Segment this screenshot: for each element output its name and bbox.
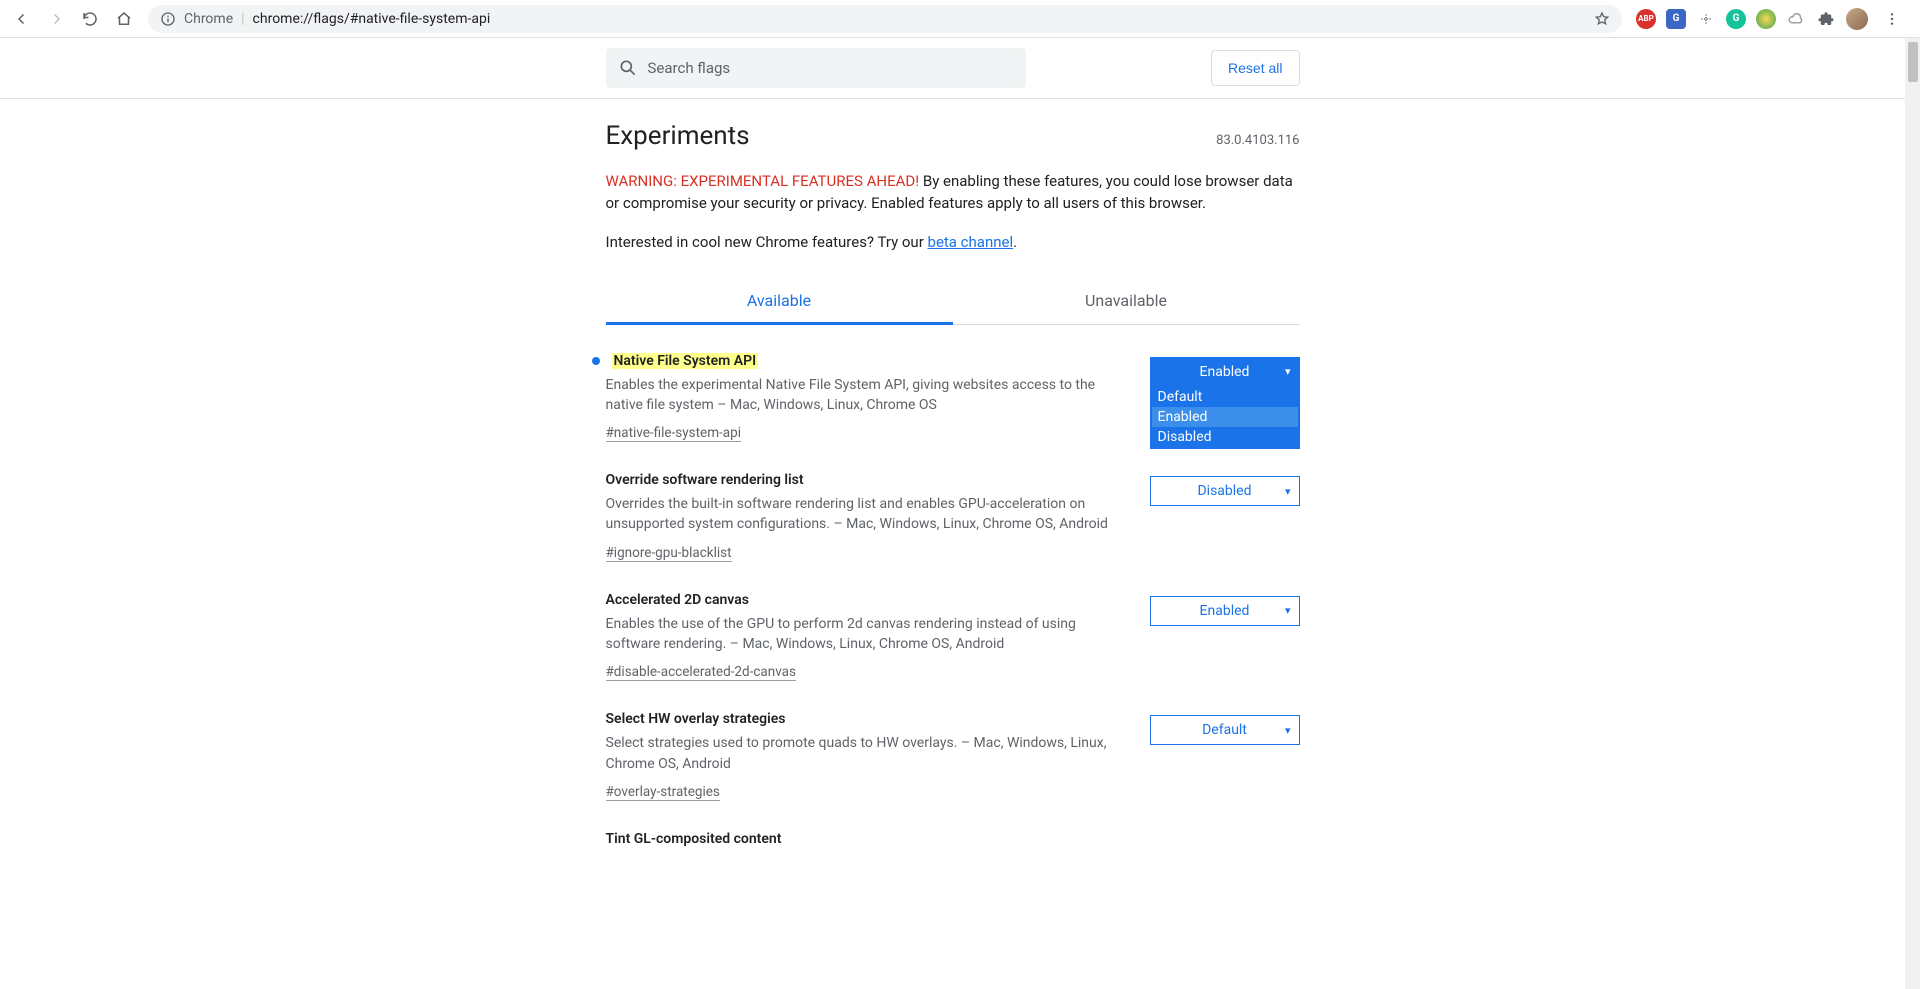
dropdown-option-enabled[interactable]: Enabled bbox=[1152, 407, 1298, 427]
flag-select-value: Enabled bbox=[1200, 364, 1250, 380]
warning-text: WARNING: EXPERIMENTAL FEATURES AHEAD! By… bbox=[606, 171, 1300, 215]
extension-translate-icon[interactable]: G bbox=[1666, 9, 1686, 29]
flag-select-wrap: Enabled ▾ bbox=[1150, 596, 1300, 626]
flag-select-value: Enabled bbox=[1200, 603, 1250, 619]
chrome-menu-icon[interactable] bbox=[1878, 5, 1906, 33]
flag-info: Tint GL-composited content bbox=[606, 831, 1300, 847]
flag-title: Select HW overlay strategies bbox=[606, 711, 786, 727]
chevron-down-icon: ▾ bbox=[1285, 365, 1291, 378]
reset-all-button[interactable]: Reset all bbox=[1211, 50, 1299, 86]
flags-list: Native File System API Enables the experi… bbox=[606, 325, 1300, 849]
flag-select-wrap: Default ▾ bbox=[1150, 715, 1300, 745]
flag-select-wrap: Enabled▾DefaultEnabledDisabled bbox=[1150, 357, 1300, 387]
search-placeholder: Search flags bbox=[648, 59, 731, 77]
chevron-down-icon: ▾ bbox=[1285, 604, 1291, 617]
flag-info: Native File System API Enables the experi… bbox=[606, 353, 1126, 443]
flag-info: Override software rendering list Override… bbox=[606, 472, 1126, 562]
address-bar[interactable]: Chrome | chrome://flags/#native-file-sys… bbox=[148, 5, 1622, 33]
search-flags-input[interactable]: Search flags bbox=[606, 48, 1026, 88]
flag-anchor-link[interactable]: #overlay-strategies bbox=[606, 784, 720, 801]
site-info-icon[interactable] bbox=[160, 11, 176, 27]
vertical-scrollbar[interactable] bbox=[1905, 38, 1920, 989]
warning-prefix: WARNING: EXPERIMENTAL FEATURES AHEAD! bbox=[606, 172, 920, 190]
browser-toolbar: Chrome | chrome://flags/#native-file-sys… bbox=[0, 0, 1920, 38]
tabs: Available Unavailable bbox=[606, 277, 1300, 325]
flag-description: Enables the experimental Native File Sys… bbox=[606, 375, 1126, 416]
flag-description: Overrides the built-in software renderin… bbox=[606, 494, 1126, 535]
home-button[interactable] bbox=[110, 5, 138, 33]
flag-select[interactable]: Enabled ▾ bbox=[1150, 357, 1300, 387]
flag-item: Override software rendering list Override… bbox=[606, 444, 1300, 564]
url-path: chrome://flags/#native-file-system-api bbox=[253, 11, 491, 27]
extensions-puzzle-icon[interactable] bbox=[1816, 9, 1836, 29]
flag-item: Select HW overlay strategies Select strat… bbox=[606, 683, 1300, 803]
profile-avatar[interactable] bbox=[1846, 8, 1868, 30]
flag-description: Select strategies used to promote quads … bbox=[606, 733, 1126, 774]
flag-select-wrap: Disabled ▾ bbox=[1150, 476, 1300, 506]
flags-header: Search flags Reset all bbox=[0, 38, 1905, 99]
interested-text: Interested in cool new Chrome features? … bbox=[606, 233, 1300, 251]
flag-select[interactable]: Disabled ▾ bbox=[1150, 476, 1300, 506]
extension-grammarly-icon[interactable]: G bbox=[1726, 9, 1746, 29]
chevron-down-icon: ▾ bbox=[1285, 485, 1291, 498]
flag-info: Select HW overlay strategies Select strat… bbox=[606, 711, 1126, 801]
page-title: Experiments bbox=[606, 121, 750, 151]
flag-select[interactable]: Default ▾ bbox=[1150, 715, 1300, 745]
dropdown-option-default[interactable]: Default bbox=[1152, 387, 1298, 407]
flag-anchor-link[interactable]: #ignore-gpu-blacklist bbox=[606, 545, 732, 562]
flag-title: Tint GL-composited content bbox=[606, 831, 782, 847]
extension-add-icon[interactable] bbox=[1696, 9, 1716, 29]
scroll-thumb[interactable] bbox=[1908, 42, 1918, 82]
forward-button[interactable] bbox=[42, 5, 70, 33]
extension-cloud-icon[interactable] bbox=[1786, 9, 1806, 29]
dropdown-option-disabled[interactable]: Disabled bbox=[1152, 427, 1298, 447]
chrome-version: 83.0.4103.116 bbox=[1216, 133, 1299, 148]
reload-button[interactable] bbox=[76, 5, 104, 33]
search-icon bbox=[618, 58, 638, 78]
flag-info: Accelerated 2D canvas Enables the use of … bbox=[606, 592, 1126, 682]
flag-item: Accelerated 2D canvas Enables the use of … bbox=[606, 564, 1300, 684]
flag-item: Tint GL-composited content bbox=[606, 803, 1300, 849]
flag-title: Native File System API bbox=[612, 353, 759, 369]
flag-select-dropdown: DefaultEnabledDisabled bbox=[1150, 387, 1300, 449]
flag-select[interactable]: Enabled ▾ bbox=[1150, 596, 1300, 626]
flag-item: Native File System API Enables the experi… bbox=[606, 325, 1300, 445]
flag-anchor-link[interactable]: #disable-accelerated-2d-canvas bbox=[606, 664, 796, 681]
flag-title: Accelerated 2D canvas bbox=[606, 592, 749, 608]
chevron-down-icon: ▾ bbox=[1285, 724, 1291, 737]
extension-world-icon[interactable] bbox=[1756, 9, 1776, 29]
flag-title: Override software rendering list bbox=[606, 472, 804, 488]
flag-select-value: Default bbox=[1202, 722, 1247, 738]
modified-indicator bbox=[592, 357, 600, 365]
extension-abp-icon[interactable]: ABP bbox=[1636, 9, 1656, 29]
flag-description: Enables the use of the GPU to perform 2d… bbox=[606, 614, 1126, 655]
page-body: Search flags Reset all Experiments 83.0.… bbox=[0, 38, 1905, 989]
url-separator: | bbox=[241, 11, 244, 27]
content-area: Experiments 83.0.4103.116 WARNING: EXPER… bbox=[606, 99, 1300, 849]
flag-anchor-link[interactable]: #native-file-system-api bbox=[606, 425, 741, 442]
tab-unavailable[interactable]: Unavailable bbox=[953, 277, 1300, 324]
back-button[interactable] bbox=[8, 5, 36, 33]
flag-select-value: Disabled bbox=[1197, 483, 1251, 499]
tab-available[interactable]: Available bbox=[606, 277, 953, 324]
beta-channel-link[interactable]: beta channel bbox=[928, 233, 1014, 251]
toolbar-right: ABP G G bbox=[1636, 5, 1912, 33]
bookmark-star-icon[interactable] bbox=[1594, 11, 1610, 27]
interested-prefix: Interested in cool new Chrome features? … bbox=[606, 233, 928, 251]
url-host: Chrome bbox=[184, 11, 233, 27]
